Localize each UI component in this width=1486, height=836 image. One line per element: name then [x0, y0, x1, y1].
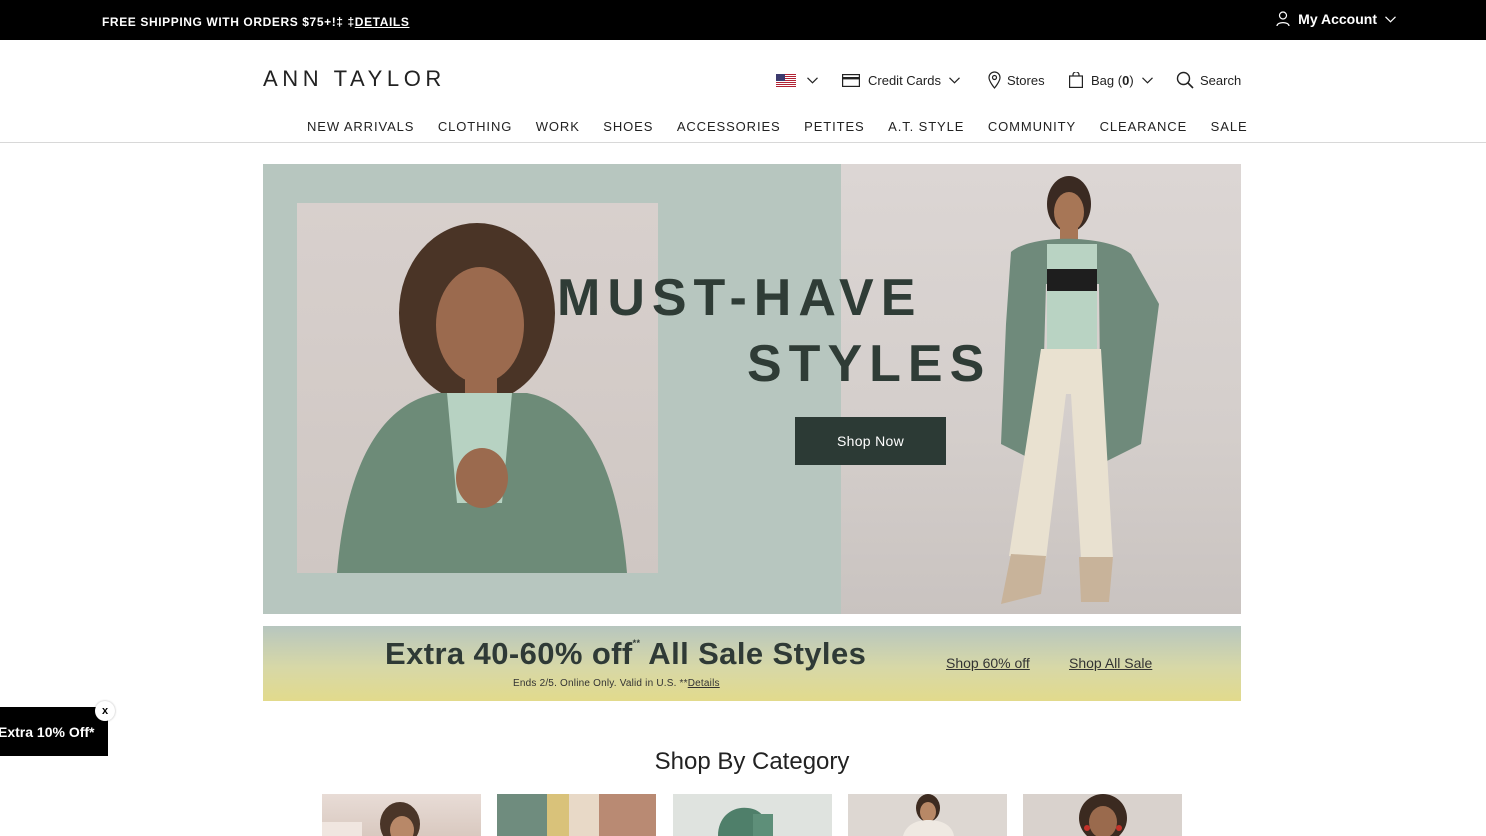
hero-title-line2: STYLES [747, 335, 992, 393]
bag-label-close: ) [1129, 72, 1134, 88]
bag-label: Bag (0) [1091, 73, 1134, 88]
nav-sale[interactable]: SALE [1211, 119, 1248, 134]
nav-petites[interactable]: PETITES [804, 119, 864, 134]
search-icon [1176, 71, 1194, 89]
sale-details-link[interactable]: Details [688, 678, 720, 689]
category-image [903, 794, 954, 836]
nav-at-style[interactable]: A.T. STYLE [888, 119, 964, 134]
nav-shoes[interactable]: SHOES [603, 119, 653, 134]
category-image [1079, 794, 1127, 836]
shop-by-category-heading: Shop By Category [654, 748, 850, 775]
search-button[interactable]: Search [1176, 68, 1241, 92]
stores-link[interactable]: Stores [988, 68, 1045, 92]
shopping-bag-menu[interactable]: Bag (0) [1069, 68, 1153, 92]
sale-headline-main: Extra 40-60% off [385, 636, 633, 671]
nav-new-arrivals[interactable]: NEW ARRIVALS [307, 119, 414, 134]
sale-headline: Extra 40-60% off** All Sale Styles [385, 636, 866, 672]
category-tile[interactable] [322, 794, 481, 836]
nav-community[interactable]: COMMUNITY [988, 119, 1076, 134]
us-flag-icon [776, 73, 796, 87]
category-image [322, 802, 420, 836]
my-account-label: My Account [1298, 11, 1377, 27]
sale-terms-text: Ends 2/5. Online Only. Valid in U.S. ** [513, 678, 688, 689]
shop-all-sale-link[interactable]: Shop All Sale [1069, 655, 1152, 671]
bag-label-text: Bag ( [1091, 72, 1123, 88]
category-tile[interactable] [1023, 794, 1182, 836]
shipping-promo-text: FREE SHIPPING WITH ORDERS $75+!‡ ‡ [102, 15, 355, 29]
chevron-down-icon [949, 76, 960, 84]
shop-60-off-link[interactable]: Shop 60% off [946, 655, 1030, 671]
nav-clearance[interactable]: CLEARANCE [1100, 119, 1188, 134]
sale-headline-footnote-mark: ** [632, 638, 641, 648]
search-label: Search [1200, 72, 1242, 88]
model-portrait-image [337, 223, 627, 573]
nav-accessories[interactable]: ACCESSORIES [677, 119, 781, 134]
shipping-promo: FREE SHIPPING WITH ORDERS $75+!‡ ‡DETAIL… [102, 15, 409, 29]
shopping-bag-icon [1069, 72, 1083, 88]
hero-model-photo-portrait [297, 203, 658, 573]
nav-work[interactable]: WORK [536, 119, 580, 134]
shop-now-button[interactable]: Shop Now [795, 417, 946, 465]
close-icon[interactable]: x [95, 701, 115, 721]
category-image [718, 807, 773, 836]
user-icon [1276, 11, 1290, 27]
hero-banner[interactable]: MUST-HAVE STYLES Shop Now [263, 164, 1241, 614]
stores-label: Stores [1007, 72, 1045, 88]
chevron-down-icon [1141, 76, 1153, 84]
country-selector[interactable] [776, 68, 818, 92]
main-nav: NEW ARRIVALS CLOTHING WORK SHOES ACCESSO… [0, 112, 1486, 143]
promo-bar: FREE SHIPPING WITH ORDERS $75+!‡ ‡DETAIL… [0, 0, 1486, 40]
my-account-menu[interactable]: My Account [1276, 11, 1396, 27]
chevron-down-icon [807, 76, 818, 84]
hero-title-line1: MUST-HAVE [557, 269, 923, 327]
extra-off-promo-label: Extra 10% Off* [0, 723, 95, 740]
chevron-down-icon [1385, 15, 1396, 23]
map-pin-icon [988, 71, 1001, 89]
category-tile[interactable] [497, 794, 656, 836]
credit-card-icon [842, 73, 860, 87]
sale-headline-rest: All Sale Styles [640, 636, 867, 671]
credit-cards-label: Credit Cards [868, 72, 941, 88]
shipping-details-link[interactable]: DETAILS [355, 15, 410, 29]
sale-terms: Ends 2/5. Online Only. Valid in U.S. **D… [513, 678, 720, 689]
category-tile[interactable] [848, 794, 1007, 836]
category-tile[interactable] [673, 794, 832, 836]
sale-banner[interactable]: Extra 40-60% off** All Sale Styles Ends … [263, 626, 1241, 701]
nav-clothing[interactable]: CLOTHING [438, 119, 512, 134]
credit-cards-menu[interactable]: Credit Cards [842, 68, 960, 92]
brand-logo[interactable]: ANN TAYLOR [263, 66, 446, 92]
category-image [497, 794, 656, 836]
